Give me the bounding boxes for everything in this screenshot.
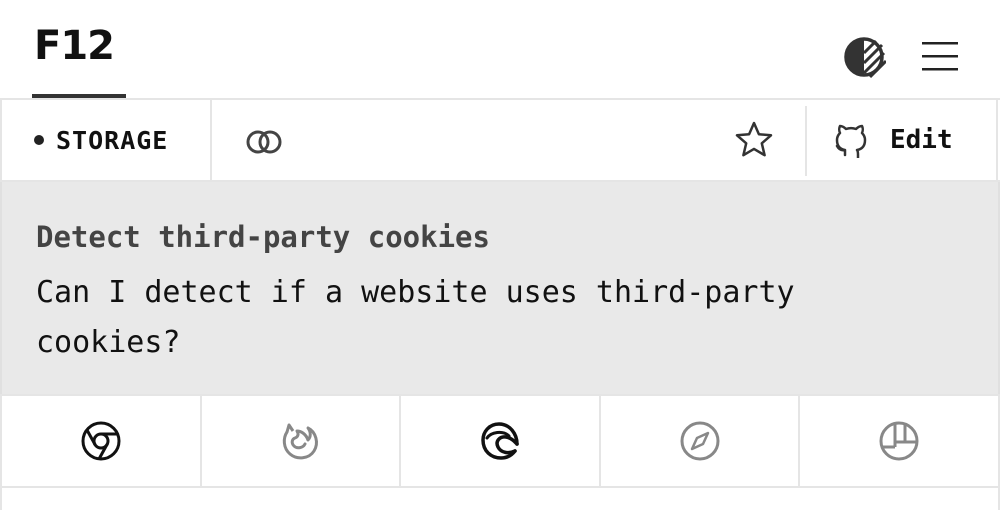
copy-link-button[interactable]: [244, 124, 284, 160]
github-icon: [835, 124, 867, 158]
browser-safari[interactable]: [601, 396, 801, 486]
theme-toggle-icon: [844, 37, 886, 79]
article-description: Can I detect if a website uses third-par…: [36, 275, 795, 360]
divider: [805, 106, 807, 176]
menu-button[interactable]: [918, 38, 962, 74]
edge-icon: [481, 422, 519, 460]
browser-chrome[interactable]: [2, 396, 202, 486]
chrome-icon: [81, 421, 121, 461]
browser-other[interactable]: [800, 396, 998, 486]
safari-icon: [680, 421, 720, 461]
link-icon: [246, 130, 282, 154]
article-toolbar: STORAGE Edit: [0, 98, 1000, 182]
divider: [0, 100, 2, 180]
other-browser-icon: [879, 421, 919, 461]
hamburger-menu-icon: [922, 42, 958, 71]
star-icon: [735, 121, 773, 157]
divider: [210, 100, 212, 180]
edit-on-github-button[interactable]: Edit: [834, 120, 953, 160]
article-summary: Detect third-party cookies Can I detect …: [0, 182, 1000, 394]
next-section-edge: [0, 488, 1000, 510]
divider: [996, 100, 998, 180]
category-label: STORAGE: [56, 125, 169, 155]
browser-firefox[interactable]: [202, 396, 402, 486]
favorite-button[interactable]: [734, 120, 774, 160]
theme-toggle-button[interactable]: [842, 35, 886, 79]
logo-link[interactable]: F12: [32, 22, 126, 98]
firefox-icon: [283, 423, 319, 460]
article-title: Detect third-party cookies: [36, 220, 490, 254]
bullet-dot: [34, 135, 44, 145]
browser-edge[interactable]: [401, 396, 601, 486]
category-tag[interactable]: STORAGE: [34, 122, 168, 158]
edit-label: Edit: [890, 125, 953, 155]
top-header: F12: [0, 0, 1000, 98]
logo-text: F12: [34, 23, 115, 69]
browser-support-row: [0, 394, 1000, 488]
